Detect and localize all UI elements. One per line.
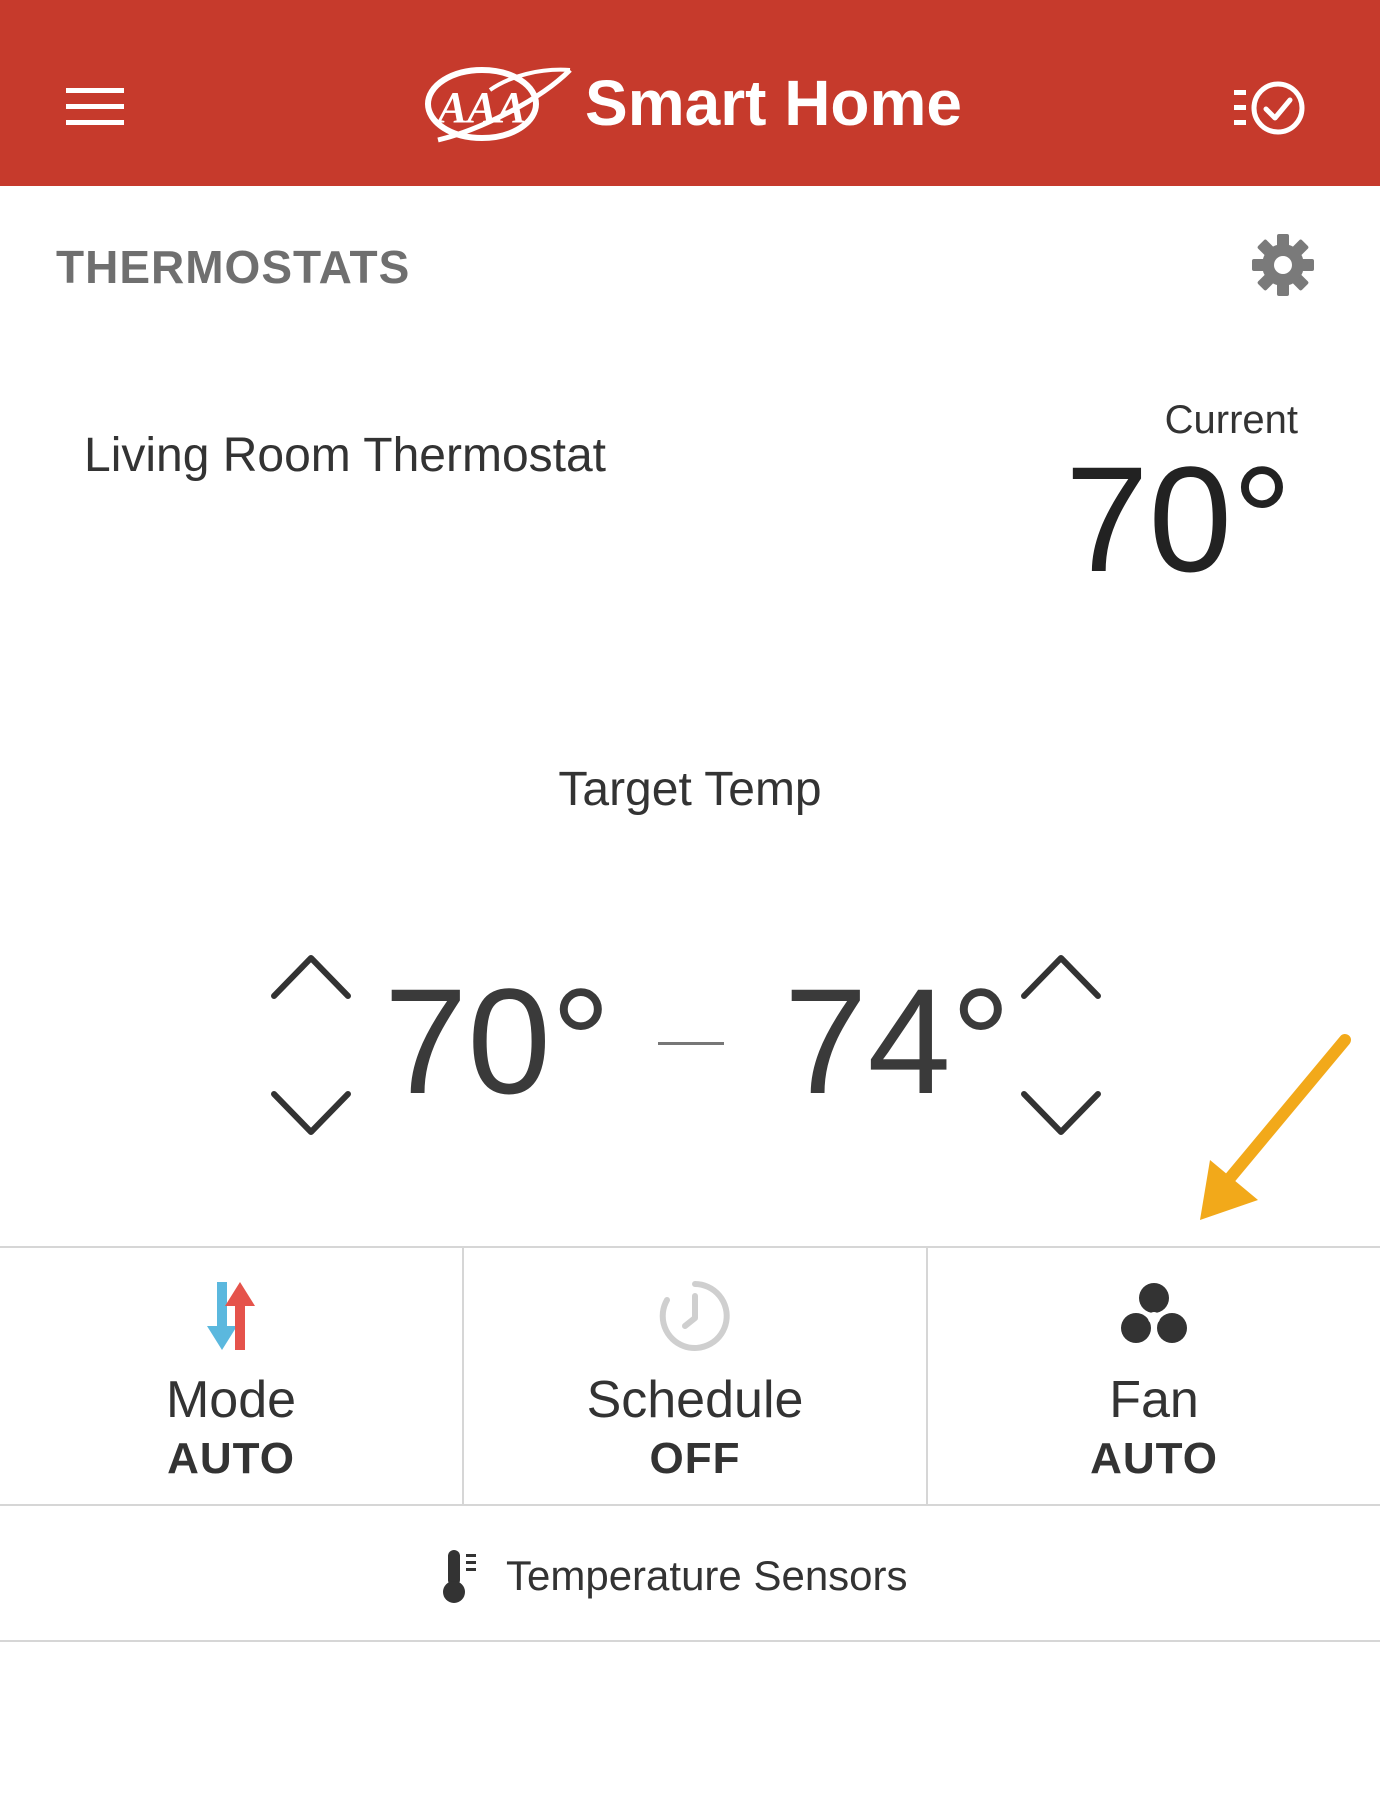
aaa-logo-icon: AAA <box>425 67 572 143</box>
menu-button[interactable] <box>60 70 150 150</box>
target-temp-label: Target Temp <box>558 763 822 816</box>
target-low-value: 70° <box>384 957 611 1125</box>
mode-label: Mode <box>165 1371 297 1429</box>
current-temp-value: 70° <box>1065 435 1292 603</box>
chevron-up-icon <box>271 955 351 999</box>
section-title: THERMOSTATS <box>56 241 411 293</box>
app-header: AAA Smart Home <box>0 0 1380 186</box>
mode-tile[interactable]: Mode AUTO <box>0 1248 462 1504</box>
schedule-label: Schedule <box>586 1371 804 1429</box>
hamburger-menu-icon <box>66 88 124 125</box>
range-separator <box>658 1042 724 1045</box>
chevron-up-icon <box>1021 955 1101 999</box>
thermostat-name: Living Room Thermostat <box>84 429 606 482</box>
control-tiles: Mode AUTO Schedule OFF Fan AUTO <box>0 1246 1380 1506</box>
tasks-button[interactable] <box>1230 76 1320 148</box>
temperature-sensors-label: Temperature Sensors <box>506 1552 908 1599</box>
low-setpoint-up-button[interactable] <box>268 950 354 1007</box>
schedule-tile[interactable]: Schedule OFF <box>462 1248 926 1504</box>
heat-cool-arrows-icon <box>207 1282 255 1350</box>
fan-label: Fan <box>1109 1371 1199 1429</box>
gear-icon <box>1252 234 1314 296</box>
clock-icon <box>659 1281 730 1351</box>
checklist-icon <box>1234 81 1305 135</box>
annotation-arrow-icon <box>1200 1034 1351 1220</box>
mode-value: AUTO <box>167 1434 295 1483</box>
fan-tile[interactable]: Fan AUTO <box>926 1248 1380 1504</box>
aaa-smart-home-logo: AAA Smart Home <box>420 60 1000 160</box>
thermometer-icon <box>443 1550 476 1603</box>
chevron-down-icon <box>271 1091 351 1135</box>
logo-lettering: AAA <box>435 83 526 132</box>
chevron-down-icon <box>1021 1091 1101 1135</box>
fan-value: AUTO <box>1090 1434 1218 1483</box>
settings-button[interactable] <box>1250 232 1316 298</box>
low-setpoint-down-button[interactable] <box>268 1088 354 1145</box>
app-title: Smart Home <box>585 67 962 139</box>
high-setpoint-down-button[interactable] <box>1018 1088 1104 1145</box>
target-high-value: 74° <box>784 957 1011 1125</box>
temperature-sensors-button[interactable]: Temperature Sensors <box>0 1506 1380 1642</box>
high-setpoint-up-button[interactable] <box>1018 950 1104 1007</box>
schedule-value: OFF <box>649 1434 741 1483</box>
fan-icon <box>1121 1283 1187 1343</box>
